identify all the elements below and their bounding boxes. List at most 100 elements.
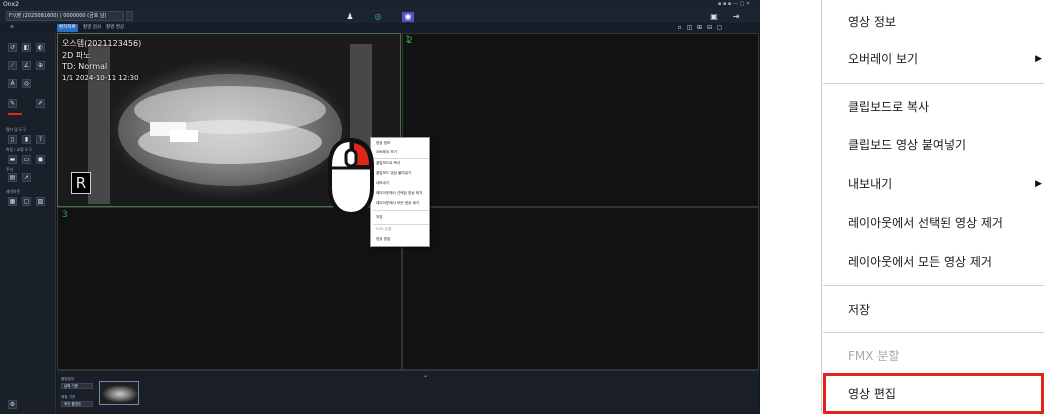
menu-item-paste-clipboard[interactable]: 클립보드 영상 붙여넣기 — [822, 127, 1044, 163]
window-title: Onx2 — [0, 0, 760, 9]
mini-menu-item[interactable]: 오버레이 보기 — [376, 150, 397, 155]
layout-b-icon[interactable]: ▢ — [22, 197, 31, 206]
mini-menu-item[interactable]: 저장 — [376, 215, 383, 220]
tab-images[interactable]: 촬영 영상 — [104, 24, 126, 32]
tool-section-label: 레이아웃 — [6, 189, 20, 194]
layout-2-icon[interactable]: ◫ — [686, 24, 693, 32]
mini-menu-item[interactable]: 레이아웃에서 선택된 영상 제거 — [376, 191, 422, 196]
layout-4-icon[interactable]: ⊞ — [696, 24, 703, 32]
viewport-2[interactable]: 2 — [402, 33, 759, 207]
mini-menu-item[interactable]: 레이아웃에서 모든 영상 제거 — [376, 201, 419, 206]
settings-area: ⚙ — [0, 392, 56, 414]
calibrate-icon[interactable]: ▭ — [22, 155, 31, 164]
mini-menu-separator — [373, 224, 429, 225]
collapse-icon[interactable]: ⌄ — [423, 372, 428, 379]
menu-item-label: 클립보드 영상 붙여넣기 — [848, 138, 967, 152]
thumbnail-panel: ⌄ 촬영일자 날짜 기준 배열 기준 최신 촬영순 — [57, 370, 759, 414]
rotate-icon[interactable]: ↺ — [8, 43, 17, 52]
menu-item-label: 레이아웃에서 선택된 영상 제거 — [848, 216, 1003, 230]
mini-menu-separator — [373, 158, 429, 159]
mini-menu-item[interactable]: 내보내기 — [376, 181, 389, 186]
menu-item-label: 클립보드로 복사 — [848, 100, 930, 114]
menu-item-save[interactable]: 저장 — [822, 292, 1044, 328]
menu-item-label: FMX 분할 — [848, 349, 900, 363]
menu-item-fmx-split: FMX 분할 — [822, 338, 1044, 374]
flip-icon[interactable]: ◧ — [22, 43, 31, 52]
chevron-down-icon[interactable] — [126, 11, 133, 21]
tab-patient-list[interactable]: 환자목록 — [57, 24, 78, 32]
tutorial-canvas: Onx2 ▪ ▪ ▪ — □ ✕ F:\\영 (2025081600) | 00… — [0, 0, 1044, 414]
acquire-icon[interactable]: ◉ — [402, 12, 414, 22]
window-controls[interactable]: ▪ ▪ ▪ — □ ✕ — [718, 1, 750, 7]
note-icon[interactable]: ▤ — [8, 173, 17, 182]
mini-menu-item[interactable]: 영상 정보 — [376, 141, 390, 146]
exit-icon[interactable]: ⇥ — [730, 12, 742, 22]
arrow-icon[interactable]: ➚ — [22, 173, 31, 182]
layout-1-icon[interactable]: ▫ — [676, 24, 683, 32]
orientation-marker: R — [71, 172, 91, 194]
measure-icon[interactable]: ⟋ — [8, 61, 17, 70]
submenu-arrow-icon: ▶ — [1035, 179, 1042, 189]
pen-icon[interactable]: ✎ — [8, 99, 17, 108]
camera-icon[interactable]: ◼ — [36, 155, 45, 164]
settings-icon[interactable]: ⚙ — [8, 400, 17, 409]
menu-item-label: 저장 — [848, 303, 871, 317]
zoom-icon[interactable]: ⊕ — [36, 61, 45, 70]
menu-item-overlay[interactable]: 오버레이 보기 ▶ — [822, 41, 1044, 77]
print-icon[interactable]: ▣ — [708, 12, 720, 22]
person-add-icon[interactable]: ♟ — [344, 12, 356, 22]
overlay-modality: 2D 파노 — [62, 51, 91, 60]
image-thumbnail[interactable] — [99, 381, 139, 405]
menu-item-image-info[interactable]: 영상 정보 — [822, 4, 1044, 40]
date-label: 촬영일자 — [61, 377, 75, 381]
mini-menu-item[interactable]: 영상 편집 — [376, 237, 390, 242]
viewport-4[interactable]: 4 — [402, 207, 759, 370]
scan-icon[interactable]: ◎ — [372, 12, 384, 22]
menu-item-label: 영상 정보 — [848, 15, 896, 29]
menu-item-remove-selected[interactable]: 레이아웃에서 선택된 영상 제거 — [822, 205, 1044, 241]
date-select[interactable]: 날짜 기준 — [61, 383, 93, 389]
viewport-grid: 오스템(2021123456) 2D 파노 TD: Normal 1/1 202… — [57, 33, 759, 370]
tool-section-label: 측정 / 교정 도구 — [6, 147, 32, 152]
sort-select[interactable]: 최신 촬영순 — [61, 401, 93, 407]
fullscreen-icon[interactable]: ▢ — [716, 24, 723, 32]
angle-icon[interactable]: ∠ — [22, 61, 31, 70]
mini-menu-item[interactable]: 클립보드로 복사 — [376, 161, 400, 166]
layout-c-icon[interactable]: ▧ — [36, 197, 45, 206]
mini-context-menu: 영상 정보 오버레이 보기 클립보드로 복사 클립보드 영상 붙여넣기 내보내기… — [370, 137, 430, 247]
menu-separator — [823, 83, 1044, 84]
menu-separator — [823, 285, 1044, 286]
magnifier-icon[interactable]: ◎ — [22, 79, 31, 88]
submenu-arrow-icon: ▶ — [1035, 54, 1042, 64]
overlay-filter: TD: Normal — [62, 62, 108, 71]
context-menu-enlarged: 영상 정보 오버레이 보기 ▶ 클립보드로 복사 클립보드 영상 붙여넣기 내보… — [821, 0, 1044, 414]
viewport-3[interactable]: 3 — [57, 207, 402, 370]
ruler-icon[interactable]: ▬ — [8, 155, 17, 164]
layout-a-icon[interactable]: ▦ — [8, 197, 17, 206]
help-icon[interactable]: ? — [36, 135, 45, 144]
tool-section-label: 필터 및 도구 — [6, 127, 26, 132]
patient-selector[interactable]: F:\\영 (2025081600) | 0000000 (금호 남) — [6, 11, 124, 21]
menu-item-label: 오버레이 보기 — [848, 52, 919, 66]
tool-sidebar: ↺ ◧ ◐ ⟋ ∠ ⊕ A ◎ ✎ ✐ 필터 및 도구 ▯ ▮ ? 측정 / 교… — [0, 33, 56, 414]
mini-menu-separator — [373, 210, 429, 211]
menu-item-copy-clipboard[interactable]: 클립보드로 복사 — [822, 89, 1044, 125]
color-swatch[interactable] — [8, 113, 22, 115]
tab-exam[interactable]: 촬영 검사 — [81, 24, 103, 32]
compare-icon[interactable]: ⊟ — [706, 24, 713, 32]
menu-separator — [823, 332, 1044, 333]
menu-icon[interactable]: ≡ — [8, 24, 16, 32]
invert-icon[interactable]: ◐ — [36, 43, 45, 52]
patient-bar: F:\\영 (2025081600) | 0000000 (금호 남) ♟ ◎ … — [0, 9, 760, 23]
sort-label: 배열 기준 — [61, 395, 76, 399]
tooth-icon[interactable]: ▯ — [8, 135, 17, 144]
mouse-right-click-icon — [328, 138, 374, 216]
menu-item-remove-all[interactable]: 레이아웃에서 모든 영상 제거 — [822, 244, 1044, 280]
implant-icon[interactable]: ▮ — [22, 135, 31, 144]
text-icon[interactable]: A — [8, 79, 17, 88]
overlay-patient: 오스템(2021123456) — [62, 39, 142, 48]
menu-item-export[interactable]: 내보내기 ▶ — [822, 166, 1044, 202]
overlay-date: 1/1 2024-10-11 12:30 — [62, 74, 139, 82]
brush-icon[interactable]: ✐ — [36, 99, 45, 108]
mini-menu-item[interactable]: 클립보드 영상 붙여넣기 — [376, 171, 411, 176]
